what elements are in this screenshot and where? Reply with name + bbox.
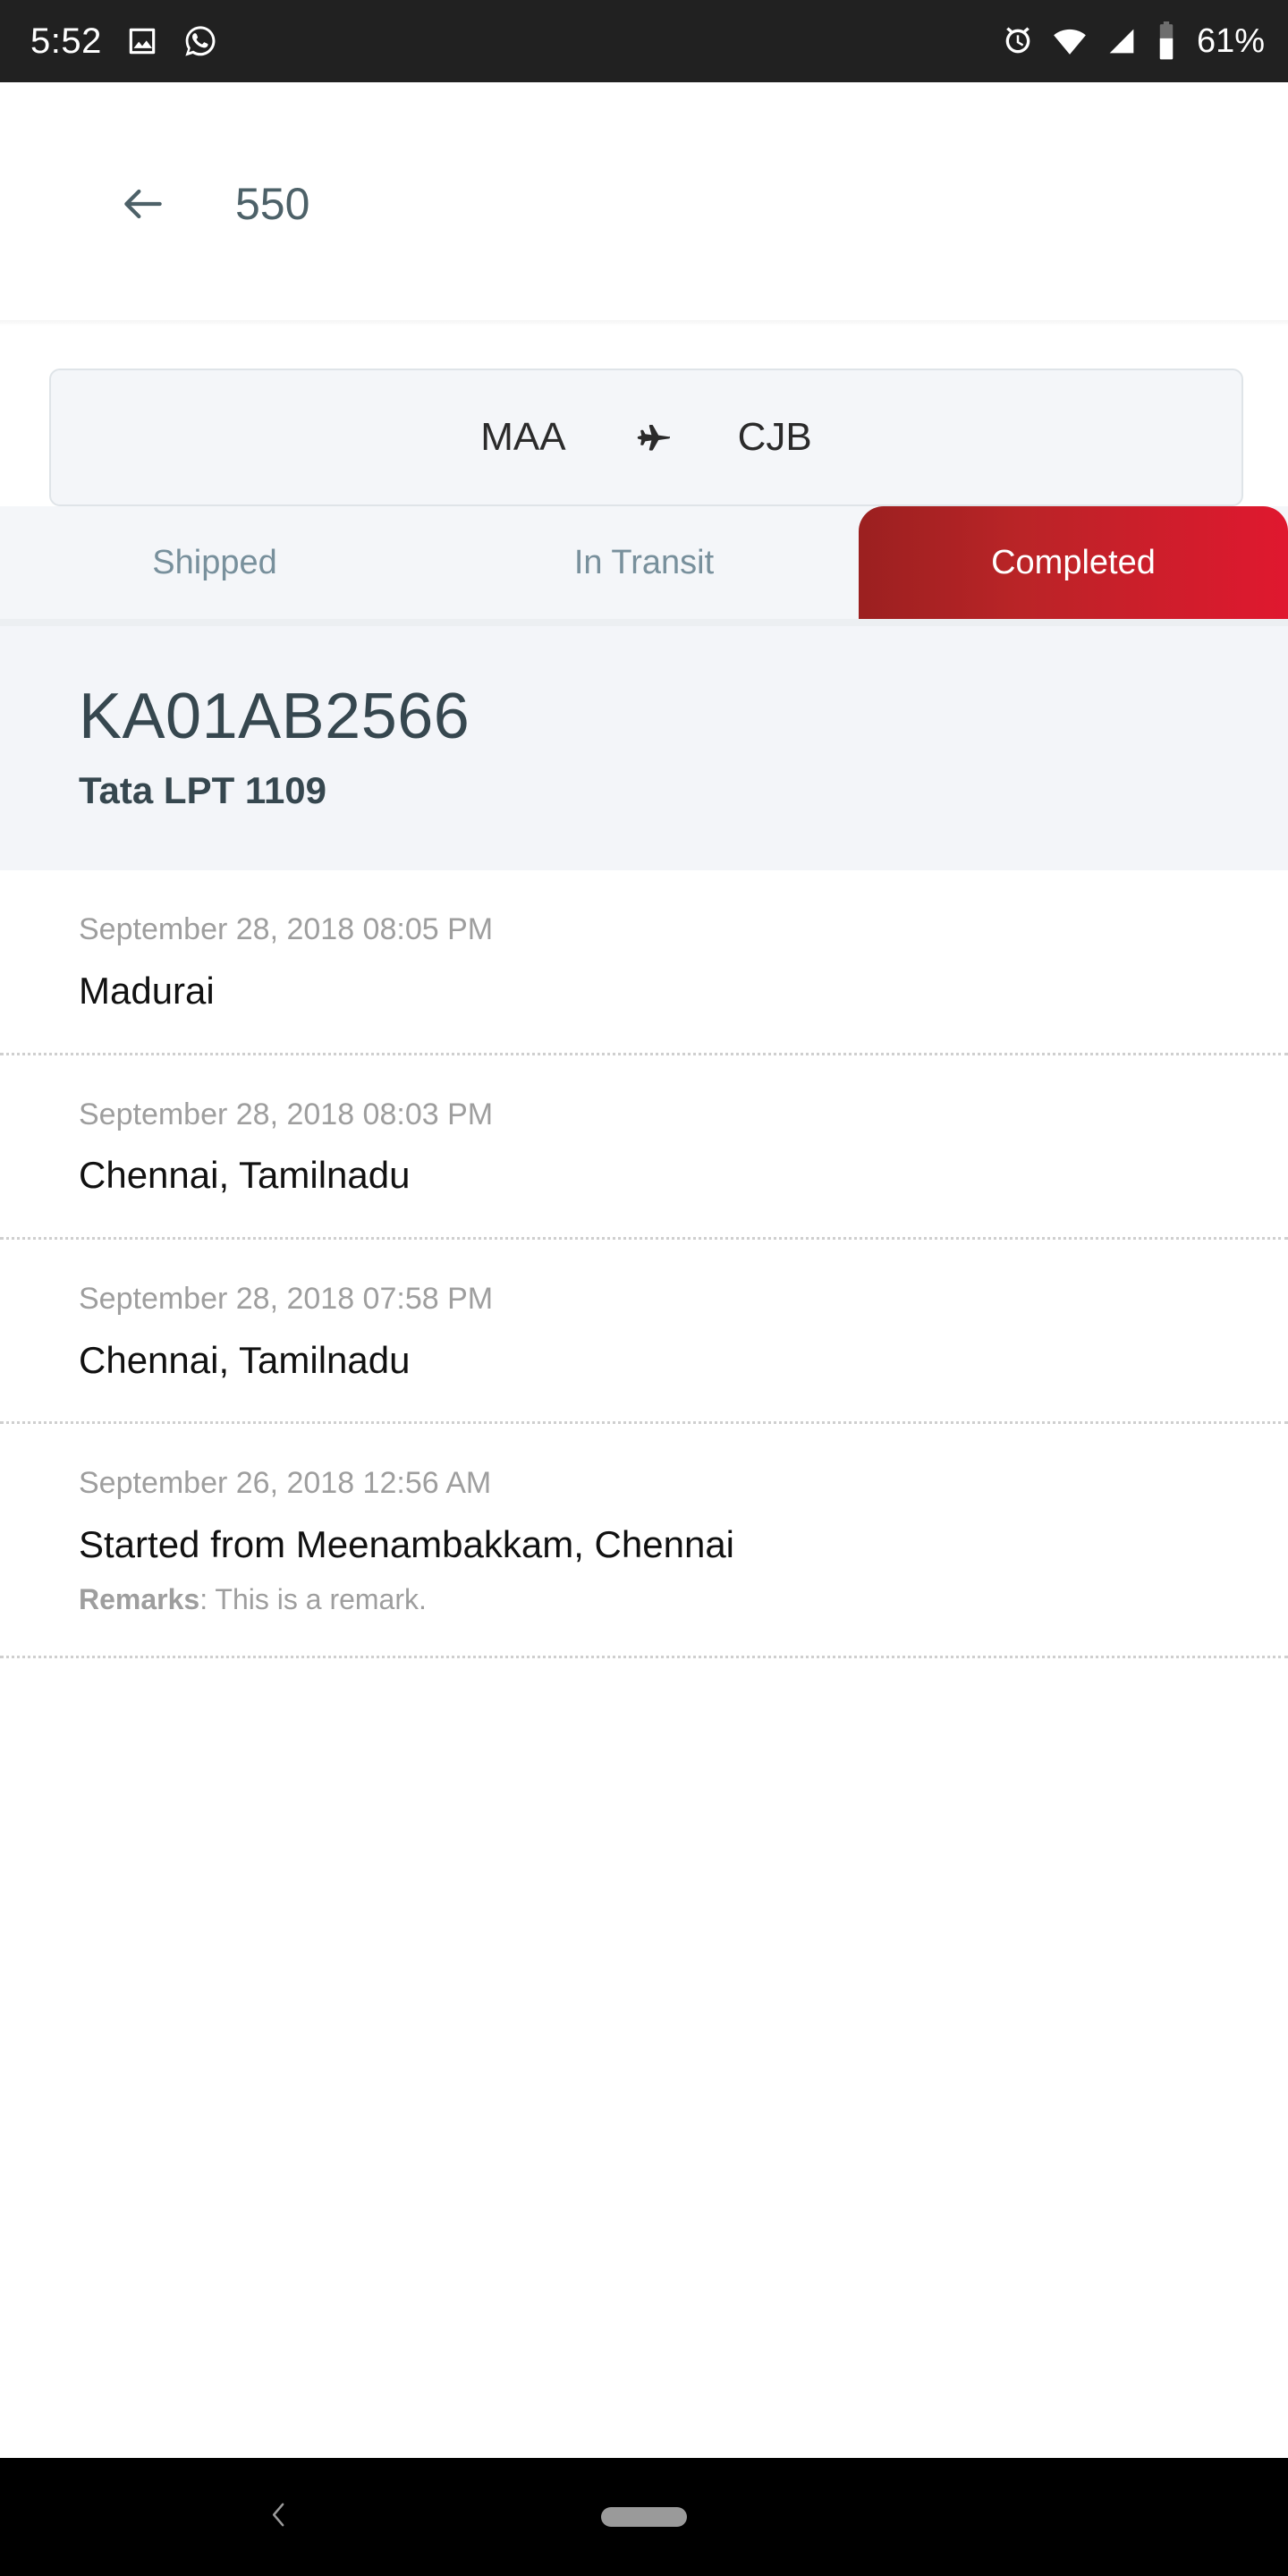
timeline-location: Chennai, Tamilnadu <box>79 1338 411 1381</box>
timeline-remarks-label: Remarks <box>79 1582 200 1615</box>
timeline-timestamp: September 28, 2018 08:05 PM <box>79 912 494 947</box>
wifi-icon <box>1051 22 1089 60</box>
battery-icon <box>1155 21 1178 61</box>
timeline-remarks-value: : This is a remark. <box>199 1582 427 1615</box>
vehicle-plate-number: KA01AB2566 <box>79 681 470 752</box>
android-navigation-bar <box>0 2458 1288 2576</box>
tracking-timeline-list: September 28, 2018 08:05 PM Madurai Sept… <box>0 870 1288 2458</box>
app-bar: 550 <box>0 82 1288 326</box>
timeline-timestamp: September 28, 2018 08:03 PM <box>79 1097 494 1131</box>
tab-in-transit-label: In Transit <box>573 544 715 581</box>
list-item[interactable]: September 26, 2018 12:56 AM Started from… <box>0 1424 1288 1659</box>
vehicle-header: KA01AB2566 Tata LPT 1109 <box>0 626 1288 871</box>
timeline-location: Madurai <box>79 970 215 1013</box>
alarm-icon <box>1000 23 1036 59</box>
tab-completed-label: Completed <box>991 544 1156 581</box>
tab-in-transit[interactable]: In Transit <box>429 506 859 619</box>
nav-back-chevron-icon[interactable] <box>261 2497 297 2538</box>
tab-bar-underline <box>0 619 1288 626</box>
status-tab-bar: Shipped In Transit Completed <box>0 506 1288 619</box>
vehicle-model-name: Tata LPT 1109 <box>79 769 327 812</box>
route-destination-code: CJB <box>737 415 812 459</box>
list-item[interactable]: September 28, 2018 08:03 PM Chennai, Tam… <box>0 1055 1288 1240</box>
tab-completed[interactable]: Completed <box>859 506 1288 619</box>
signal-icon <box>1104 23 1140 59</box>
list-item[interactable]: September 28, 2018 08:05 PM Madurai <box>0 870 1288 1055</box>
timeline-location: Chennai, Tamilnadu <box>79 1154 411 1197</box>
app-root: 5:52 61% 550 MAA CJB Shipped In Transit … <box>0 0 1288 2576</box>
timeline-timestamp: September 26, 2018 12:56 AM <box>79 1466 492 1501</box>
battery-percent-label: 61% <box>1196 22 1265 60</box>
status-bar: 5:52 61% <box>0 0 1288 82</box>
list-item[interactable]: September 28, 2018 07:58 PM Chennai, Tam… <box>0 1240 1288 1425</box>
page-title: 550 <box>235 179 310 229</box>
status-bar-left: 5:52 <box>30 23 218 59</box>
route-card-wrap: MAA CJB <box>0 326 1288 506</box>
status-bar-right: 61% <box>1000 21 1265 61</box>
route-origin-code: MAA <box>480 415 566 459</box>
tab-shipped-label: Shipped <box>152 544 277 581</box>
airplane-icon <box>631 416 674 459</box>
nav-home-pill-icon[interactable] <box>601 2507 687 2527</box>
gallery-icon <box>125 24 159 58</box>
timeline-remarks: Remarks: This is a remark. <box>79 1581 1234 1619</box>
route-card[interactable]: MAA CJB <box>49 369 1243 506</box>
whatsapp-icon <box>182 23 218 59</box>
back-arrow-icon[interactable] <box>118 179 168 229</box>
timeline-location: Started from Meenambakkam, Chennai <box>79 1523 735 1566</box>
status-bar-clock: 5:52 <box>30 21 102 61</box>
tab-shipped[interactable]: Shipped <box>0 506 429 619</box>
timeline-timestamp: September 28, 2018 07:58 PM <box>79 1281 494 1316</box>
